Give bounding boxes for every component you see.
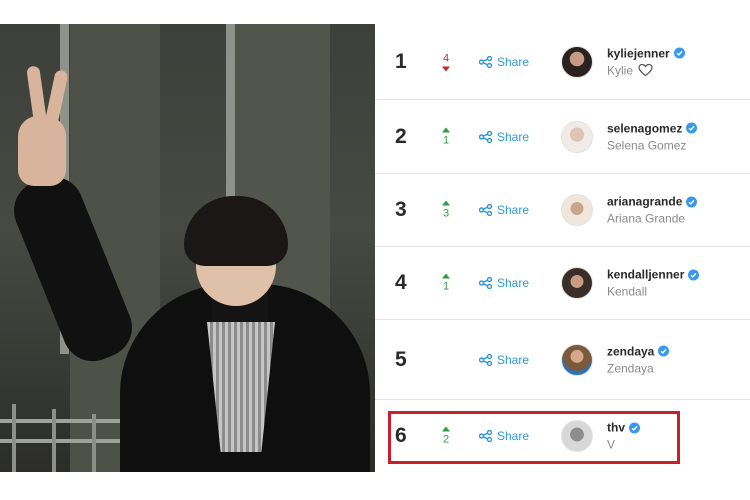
- username[interactable]: selenagomez: [607, 121, 682, 135]
- username[interactable]: kyliejenner: [607, 46, 670, 60]
- avatar[interactable]: [561, 343, 593, 376]
- avatar[interactable]: [561, 267, 593, 299]
- share-button[interactable]: Share: [479, 203, 529, 217]
- share-icon: [479, 55, 492, 68]
- finger: [26, 65, 47, 123]
- display-name: Kylie: [607, 63, 634, 77]
- rank-number: 4: [395, 271, 407, 294]
- rank-change: 1: [437, 273, 455, 293]
- display-name: Ariana Grande: [607, 211, 686, 226]
- arrow-up-icon: [442, 127, 450, 132]
- verified-icon: [658, 345, 670, 357]
- username[interactable]: zendaya: [607, 344, 654, 358]
- rank-number: 3: [395, 198, 407, 221]
- rank-number: 1: [395, 49, 407, 73]
- verified-icon: [688, 269, 700, 280]
- user-info: kendalljenner Kendall: [607, 268, 700, 299]
- share-button[interactable]: Share: [479, 353, 529, 367]
- rail-post: [92, 414, 96, 472]
- ranking-row-1: 1 4 Share kyliejenner Kylie: [375, 24, 750, 100]
- celebrity-photo: [0, 24, 375, 472]
- avatar[interactable]: [561, 45, 593, 78]
- verified-icon: [673, 47, 685, 59]
- share-label: Share: [497, 352, 530, 367]
- share-icon: [479, 130, 492, 143]
- rail-post: [12, 404, 16, 472]
- rank-change-value: 1: [442, 280, 450, 293]
- hand: [18, 116, 66, 186]
- rank-change-value: 1: [442, 134, 450, 146]
- username[interactable]: kendalljenner: [607, 268, 684, 282]
- arrow-down-icon: [442, 66, 450, 71]
- share-icon: [479, 353, 492, 366]
- share-button[interactable]: Share: [479, 276, 529, 290]
- arrow-up-icon: [442, 273, 450, 279]
- ranking-row-4: 4 1 Share kendalljenner Kendall: [375, 247, 750, 320]
- ranking-list: 1 4 Share kyliejenner Kylie 2 1 Share se…: [375, 24, 750, 472]
- rank-change: 1: [437, 127, 455, 146]
- rank-change: 4: [437, 52, 455, 71]
- ranking-row-5: 5 Share zendaya Zendaya: [375, 320, 750, 400]
- share-label: Share: [497, 203, 530, 217]
- user-info: kyliejenner Kylie: [607, 46, 685, 77]
- share-label: Share: [497, 276, 530, 290]
- display-name: Zendaya: [607, 361, 654, 375]
- rank-change-value: 4: [442, 52, 450, 64]
- rank-number: 5: [395, 347, 407, 371]
- share-button[interactable]: Share: [479, 55, 529, 69]
- share-icon: [479, 277, 492, 289]
- username[interactable]: arianagrande: [607, 195, 682, 209]
- highlight-box: [388, 411, 680, 464]
- ranking-row-2: 2 1 Share selenagomez Selena Gomez: [375, 100, 750, 174]
- rank-change: 3: [437, 200, 455, 220]
- share-label: Share: [497, 129, 530, 144]
- rank-number: 2: [395, 124, 407, 148]
- verified-icon: [686, 122, 698, 134]
- arrow-up-icon: [442, 200, 450, 206]
- ranking-row-3: 3 3 Share arianagrande Ariana Grande: [375, 174, 750, 247]
- avatar[interactable]: [561, 194, 593, 226]
- verified-icon: [686, 196, 698, 207]
- display-name: Selena Gomez: [607, 138, 687, 152]
- avatar[interactable]: [561, 120, 593, 153]
- user-info: selenagomez Selena Gomez: [607, 121, 698, 152]
- share-label: Share: [497, 54, 530, 69]
- share-icon: [479, 204, 492, 216]
- user-info: zendaya Zendaya: [607, 344, 670, 375]
- rail-post: [52, 409, 56, 472]
- user-info: arianagrande Ariana Grande: [607, 195, 698, 226]
- share-button[interactable]: Share: [479, 130, 529, 144]
- rank-change-value: 3: [442, 207, 450, 220]
- heart-icon: [638, 63, 653, 77]
- display-name: Kendall: [607, 284, 648, 299]
